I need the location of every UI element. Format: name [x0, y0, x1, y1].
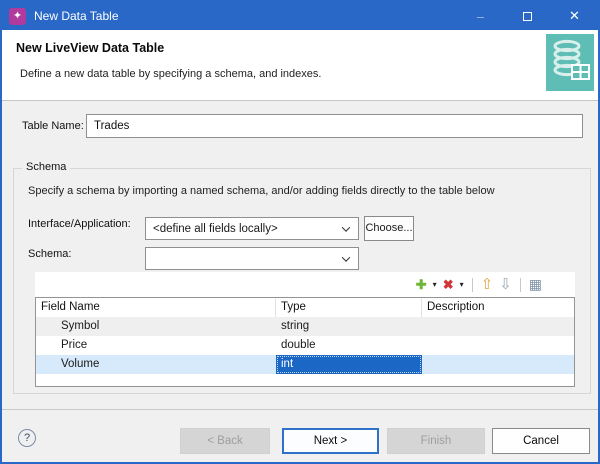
- type-cell-selected[interactable]: int: [276, 355, 422, 374]
- interface-application-label: Interface/Application:: [28, 211, 131, 237]
- page-title: New LiveView Data Table: [16, 41, 164, 55]
- field-name-cell[interactable]: Symbol: [36, 317, 276, 336]
- button-bar: ? < Back Next > Finish Cancel: [2, 409, 598, 462]
- choose-button[interactable]: Choose...: [364, 216, 414, 241]
- field-name-cell[interactable]: Volume: [36, 355, 276, 374]
- remove-field-menu-icon[interactable]: ▾: [460, 280, 464, 289]
- page-subtitle: Define a new data table by specifying a …: [20, 68, 321, 80]
- copy-fields-icon[interactable]: ▦: [529, 272, 542, 297]
- window-controls: – ✕: [457, 2, 598, 30]
- help-icon[interactable]: ?: [18, 429, 36, 447]
- remove-field-icon[interactable]: ✖: [443, 272, 454, 297]
- description-cell[interactable]: [422, 336, 574, 355]
- wizard-app-icon: ✦: [9, 8, 26, 25]
- back-button: < Back: [180, 428, 270, 454]
- schema-combobox[interactable]: [145, 247, 359, 270]
- database-table-icon: [546, 34, 594, 91]
- move-down-icon[interactable]: ⇩: [499, 272, 512, 297]
- finish-button: Finish: [387, 428, 485, 454]
- maximize-icon: [523, 12, 532, 21]
- column-header-type[interactable]: Type: [276, 298, 422, 317]
- interface-application-combobox[interactable]: <define all fields locally>: [145, 217, 359, 240]
- next-button[interactable]: Next >: [282, 428, 379, 454]
- field-name-cell[interactable]: Price: [36, 336, 276, 355]
- table-row-symbol[interactable]: Symbol string: [36, 317, 574, 336]
- maximize-button[interactable]: [504, 2, 551, 30]
- schema-description: Specify a schema by importing a named sc…: [28, 185, 495, 197]
- table-row-price[interactable]: Price double: [36, 336, 574, 355]
- toolbar-separator: [472, 278, 473, 292]
- description-cell[interactable]: [422, 317, 574, 336]
- fields-toolbar: ✚ ▾ ✖ ▾ ⇧ ⇩ ▦: [35, 272, 575, 297]
- type-cell[interactable]: double: [276, 336, 422, 355]
- wizard-header: New LiveView Data Table Define a new dat…: [2, 30, 598, 101]
- chevron-down-icon: [334, 248, 358, 269]
- table-header-row: Field Name Type Description: [36, 298, 574, 317]
- minimize-button[interactable]: –: [457, 2, 504, 30]
- column-header-field-name[interactable]: Field Name: [36, 298, 276, 317]
- toolbar-separator: [520, 278, 521, 292]
- column-header-description[interactable]: Description: [422, 298, 574, 317]
- table-name-label: Table Name:: [22, 114, 84, 138]
- new-data-table-dialog: ✦ New Data Table – ✕ New LiveView Data T…: [0, 0, 600, 464]
- interface-application-value: <define all fields locally>: [153, 223, 278, 235]
- cancel-button[interactable]: Cancel: [492, 428, 590, 454]
- chevron-down-icon: [334, 218, 358, 239]
- table-row-volume-selected[interactable]: Volume int: [36, 355, 574, 374]
- move-up-icon[interactable]: ⇧: [481, 272, 494, 297]
- add-field-icon[interactable]: ✚: [416, 272, 427, 297]
- schema-group-legend: Schema: [22, 161, 70, 173]
- title-bar: ✦ New Data Table – ✕: [2, 2, 598, 30]
- fields-table: Field Name Type Description Symbol strin…: [35, 297, 575, 387]
- type-cell[interactable]: string: [276, 317, 422, 336]
- add-field-menu-icon[interactable]: ▾: [433, 280, 437, 289]
- table-name-input[interactable]: [86, 114, 583, 138]
- description-cell[interactable]: [422, 355, 574, 374]
- window-title: New Data Table: [34, 9, 119, 23]
- schema-label: Schema:: [28, 241, 71, 267]
- close-button[interactable]: ✕: [551, 2, 598, 30]
- schema-group: Schema Specify a schema by importing a n…: [13, 168, 591, 394]
